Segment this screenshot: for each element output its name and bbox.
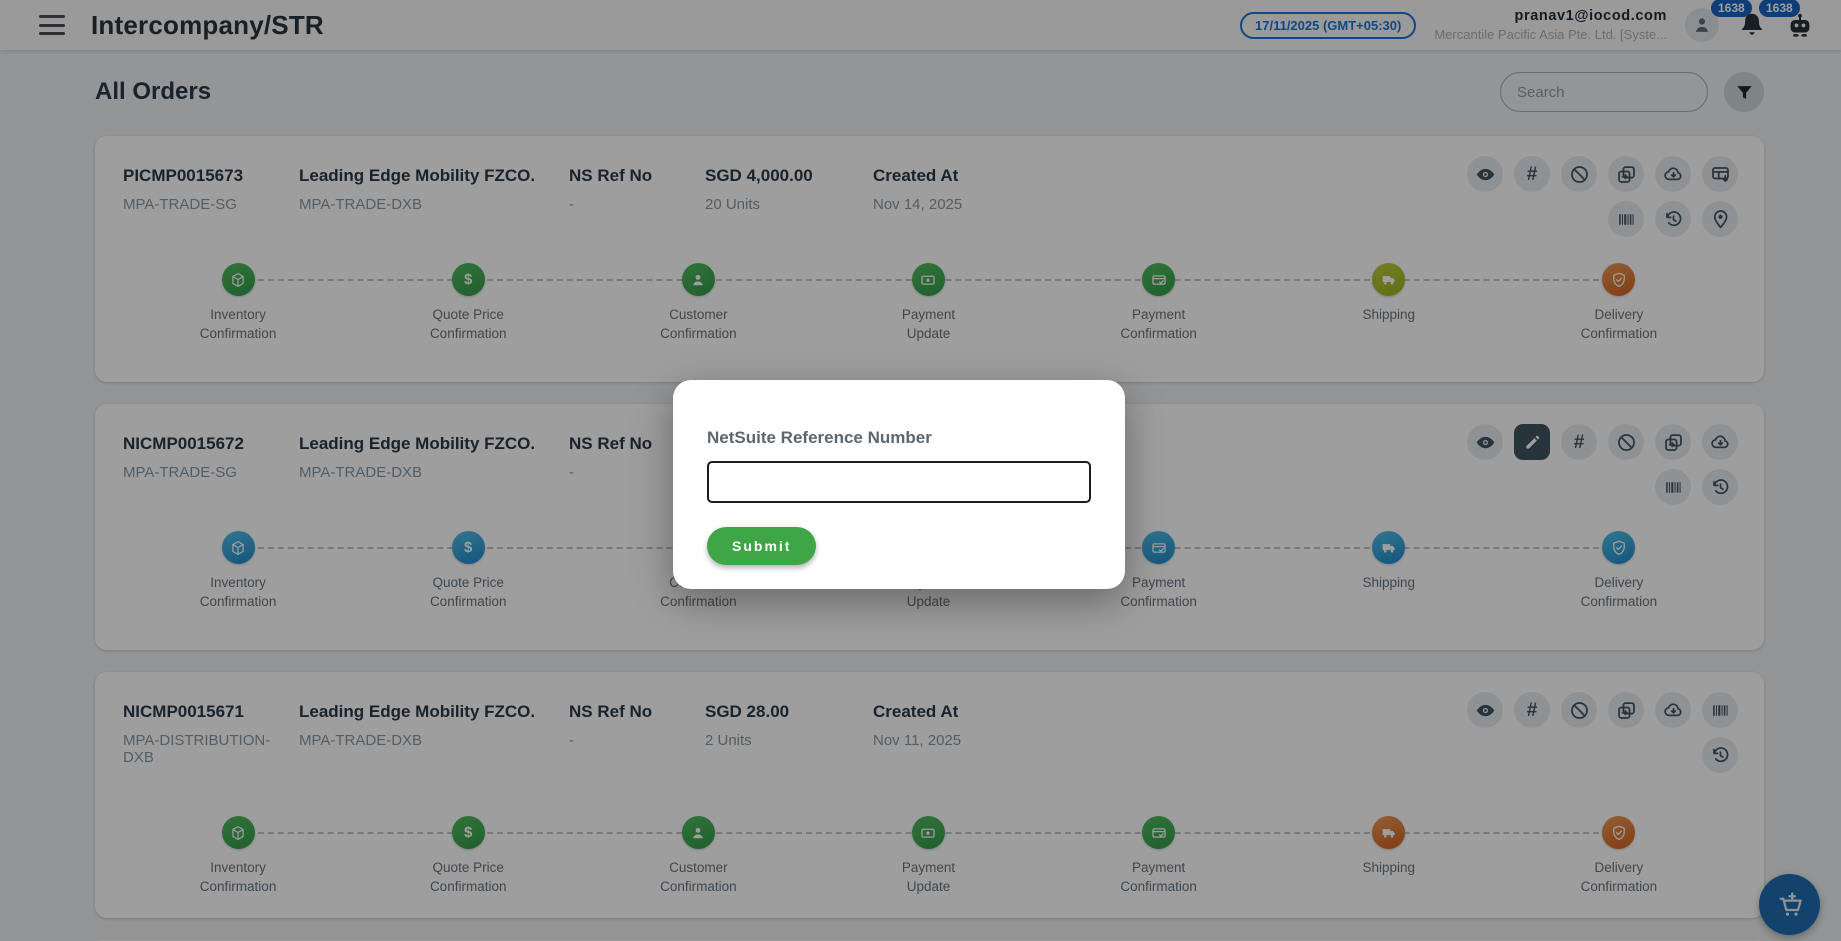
netsuite-reference-input[interactable]	[707, 461, 1091, 503]
app-root: Intercompany/STR 17/11/2025 (GMT+05:30) …	[0, 0, 1841, 941]
submit-button[interactable]: Submit	[707, 527, 816, 565]
netsuite-reference-label: NetSuite Reference Number	[707, 428, 1091, 448]
netsuite-reference-modal: NetSuite Reference Number Submit	[673, 380, 1125, 589]
